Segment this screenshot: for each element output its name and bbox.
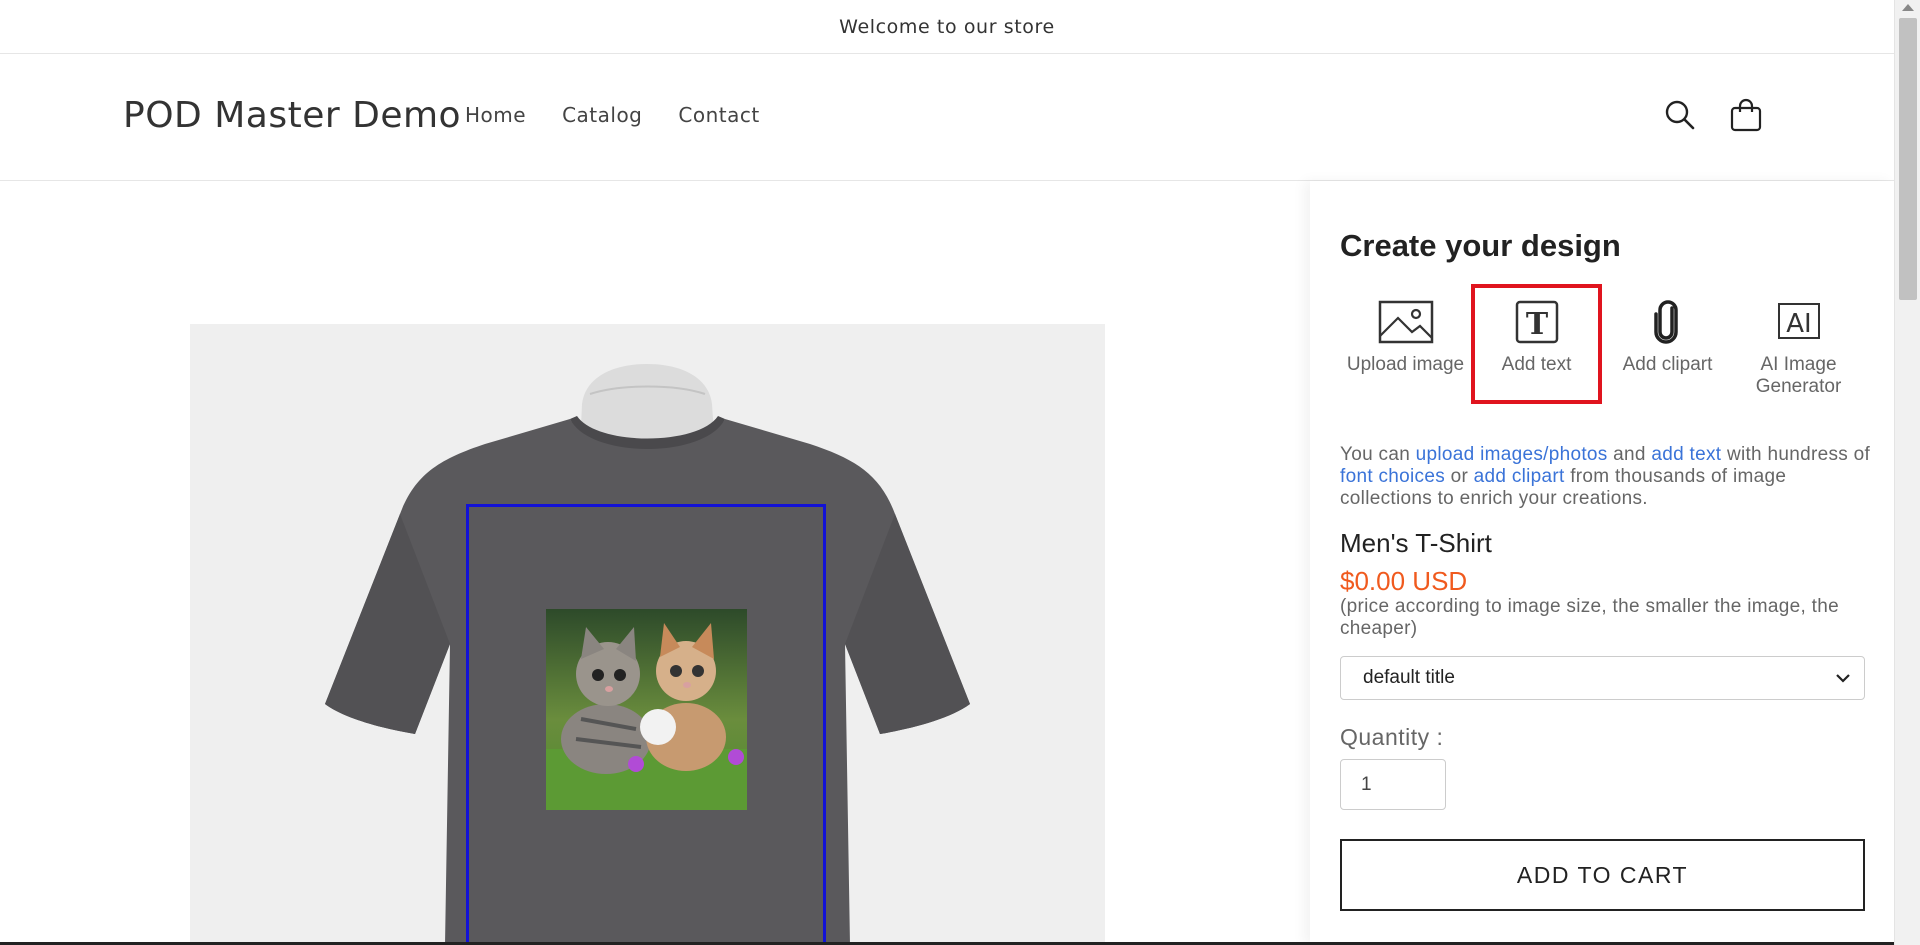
nav-home[interactable]: Home [465, 103, 526, 127]
product-image [190, 324, 1105, 945]
brand-logo[interactable]: POD Master Demo [123, 95, 461, 136]
nav-catalog[interactable]: Catalog [562, 103, 642, 127]
price-note: (price according to image size, the smal… [1340, 596, 1839, 639]
variant-select[interactable]: default title [1340, 656, 1865, 700]
cart-icon [1730, 98, 1762, 132]
main-nav: Home Catalog Contact [465, 103, 760, 127]
add-clipart-tool[interactable]: Add clipart [1602, 284, 1733, 404]
image-icon [1378, 300, 1433, 344]
desc-text: with hundress of [1721, 444, 1871, 465]
announcement-text: Welcome to our store [839, 15, 1055, 38]
quantity-input[interactable]: 1 [1340, 759, 1446, 810]
svg-text:AI: AI [1786, 309, 1811, 339]
add-text-label: Add text [1501, 354, 1572, 375]
ai-icon: AI [1777, 303, 1820, 339]
page-scrollbar[interactable] [1894, 0, 1920, 945]
svg-text:T: T [1525, 307, 1548, 342]
font-choices-link[interactable]: font choices [1340, 466, 1445, 487]
add-clipart-label: Add clipart [1622, 354, 1713, 375]
kittens-photo [546, 609, 747, 810]
search-icon [1665, 100, 1695, 130]
add-text-link[interactable]: add text [1651, 444, 1721, 465]
designer-panel: Create your design Upload image T Add te… [1310, 181, 1894, 945]
upload-image-label: Upload image [1346, 354, 1465, 375]
designer-title: Create your design [1340, 228, 1621, 263]
ai-image-generator-label: AI Image Generator [1755, 354, 1842, 397]
site-header: POD Master Demo Home Catalog Contact [0, 55, 1894, 181]
variant-selected: default title [1363, 667, 1455, 688]
chevron-down-icon [1836, 674, 1850, 683]
cart-button[interactable] [1726, 95, 1766, 135]
add-text-tool[interactable]: T Add text [1471, 284, 1602, 404]
upload-image-tool[interactable]: Upload image [1340, 284, 1471, 404]
desc-text: and [1607, 444, 1652, 465]
nav-contact[interactable]: Contact [678, 103, 759, 127]
product-title: Men's T-Shirt [1340, 528, 1492, 558]
text-icon: T [1515, 300, 1558, 344]
desc-text: You can [1340, 444, 1416, 465]
uploaded-design-image[interactable] [546, 609, 747, 810]
designer-description: You can upload images/photos and add tex… [1340, 444, 1880, 510]
add-to-cart-button[interactable]: ADD TO CART [1340, 839, 1865, 911]
upload-images-link[interactable]: upload images/photos [1416, 444, 1608, 465]
scroll-thumb[interactable] [1899, 18, 1917, 300]
search-button[interactable] [1660, 95, 1700, 135]
ai-image-generator-tool[interactable]: AI AI Image Generator [1733, 284, 1864, 404]
product-price: $0.00 USD [1340, 566, 1468, 596]
paperclip-icon [1653, 300, 1678, 344]
design-tools: Upload image T Add text Add clipart AI A… [1340, 284, 1864, 404]
scroll-up-arrow-icon[interactable] [1902, 4, 1914, 11]
announcement-bar: Welcome to our store [0, 0, 1894, 54]
add-clipart-link[interactable]: add clipart [1474, 466, 1565, 487]
quantity-label: Quantity : [1340, 724, 1444, 750]
desc-text: or [1445, 466, 1474, 487]
